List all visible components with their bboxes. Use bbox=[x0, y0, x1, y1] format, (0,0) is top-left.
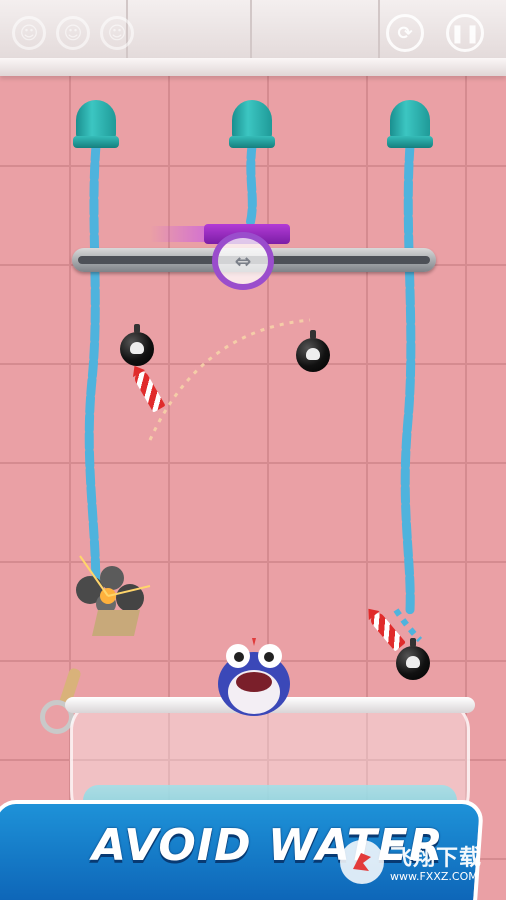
monster-character bbox=[218, 638, 290, 716]
watermark-logo-icon bbox=[340, 840, 384, 884]
bomb bbox=[120, 324, 154, 366]
explosion bbox=[76, 555, 151, 636]
pipe-right bbox=[387, 100, 433, 148]
water-stream-left bbox=[84, 141, 101, 595]
game-screen: ☺ ☺ ☺ ⟳ ❚❚ ⇔ AVOID WATER 飞翔下载 www.FXXZ.C… bbox=[0, 0, 506, 900]
watermark: 飞翔下载 www.FXXZ.COM bbox=[340, 834, 500, 890]
spark-trail bbox=[148, 318, 311, 441]
watermark-url: www.FXXZ.COM bbox=[390, 870, 478, 883]
arrows-left-right-icon: ⇔ bbox=[234, 249, 252, 273]
watermark-name: 飞翔下载 bbox=[390, 846, 483, 871]
water-stream-right bbox=[400, 141, 416, 615]
gate-motion-trail bbox=[150, 226, 210, 242]
pipe-left bbox=[73, 100, 119, 148]
water-stream-middle bbox=[245, 141, 257, 229]
bomb bbox=[396, 638, 430, 680]
pipe-middle bbox=[229, 100, 275, 148]
slider-knob[interactable]: ⇔ bbox=[212, 232, 274, 290]
bomb-lit bbox=[296, 330, 330, 372]
